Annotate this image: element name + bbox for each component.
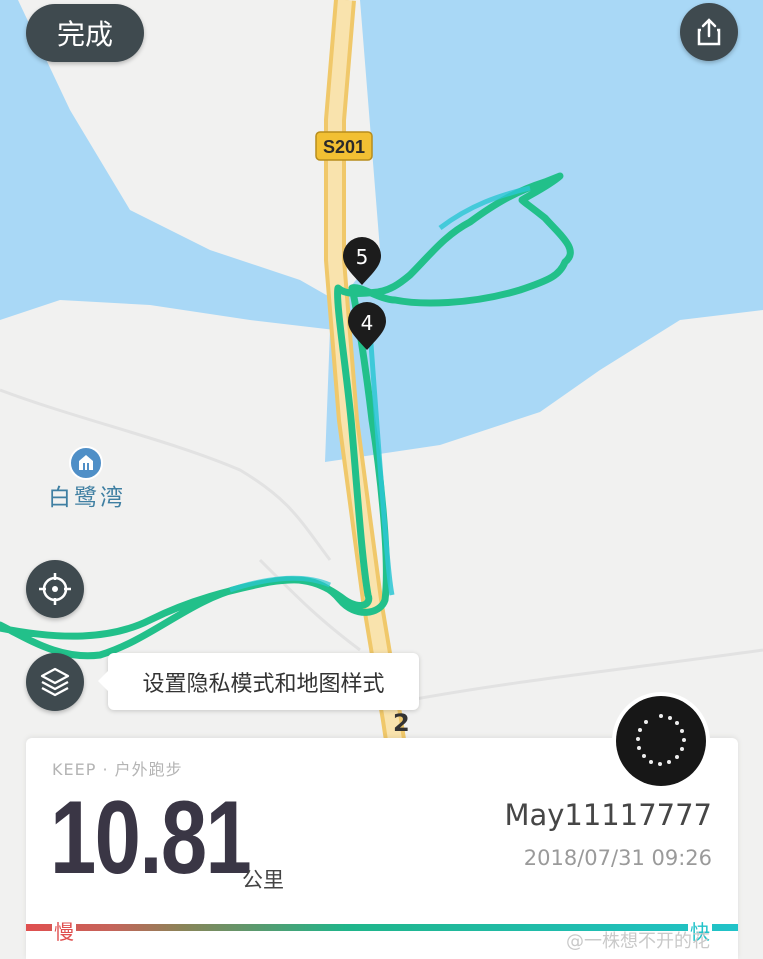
place-label: 白鹭湾: [48, 485, 126, 511]
done-button[interactable]: 完成: [26, 4, 144, 62]
distance-unit: 公里: [242, 868, 284, 892]
username: May11117777: [504, 798, 712, 832]
crosshair-icon: [39, 573, 71, 605]
layers-icon: [40, 667, 70, 697]
avatar-image: [616, 696, 706, 786]
svg-text:4: 4: [361, 311, 374, 335]
activity-source: KEEP · 户外跑步: [52, 760, 183, 779]
svg-text:5: 5: [356, 245, 369, 269]
pace-slow-label: 慢: [52, 916, 76, 945]
layers-tooltip: 设置隐私模式和地图样式: [98, 653, 419, 710]
place-icon: [69, 446, 103, 480]
layers-button[interactable]: [26, 653, 84, 711]
road-label: S201: [323, 137, 365, 157]
route-number: 2: [393, 709, 410, 737]
share-button[interactable]: [680, 3, 738, 61]
distance-value: 10.81: [50, 780, 252, 896]
activity-datetime: 2018/07/31 09:26: [523, 846, 712, 870]
avatar[interactable]: [612, 692, 710, 790]
locate-button[interactable]: [26, 560, 84, 618]
watermark: @一株想不开的花: [566, 931, 710, 952]
share-icon: [697, 18, 721, 46]
